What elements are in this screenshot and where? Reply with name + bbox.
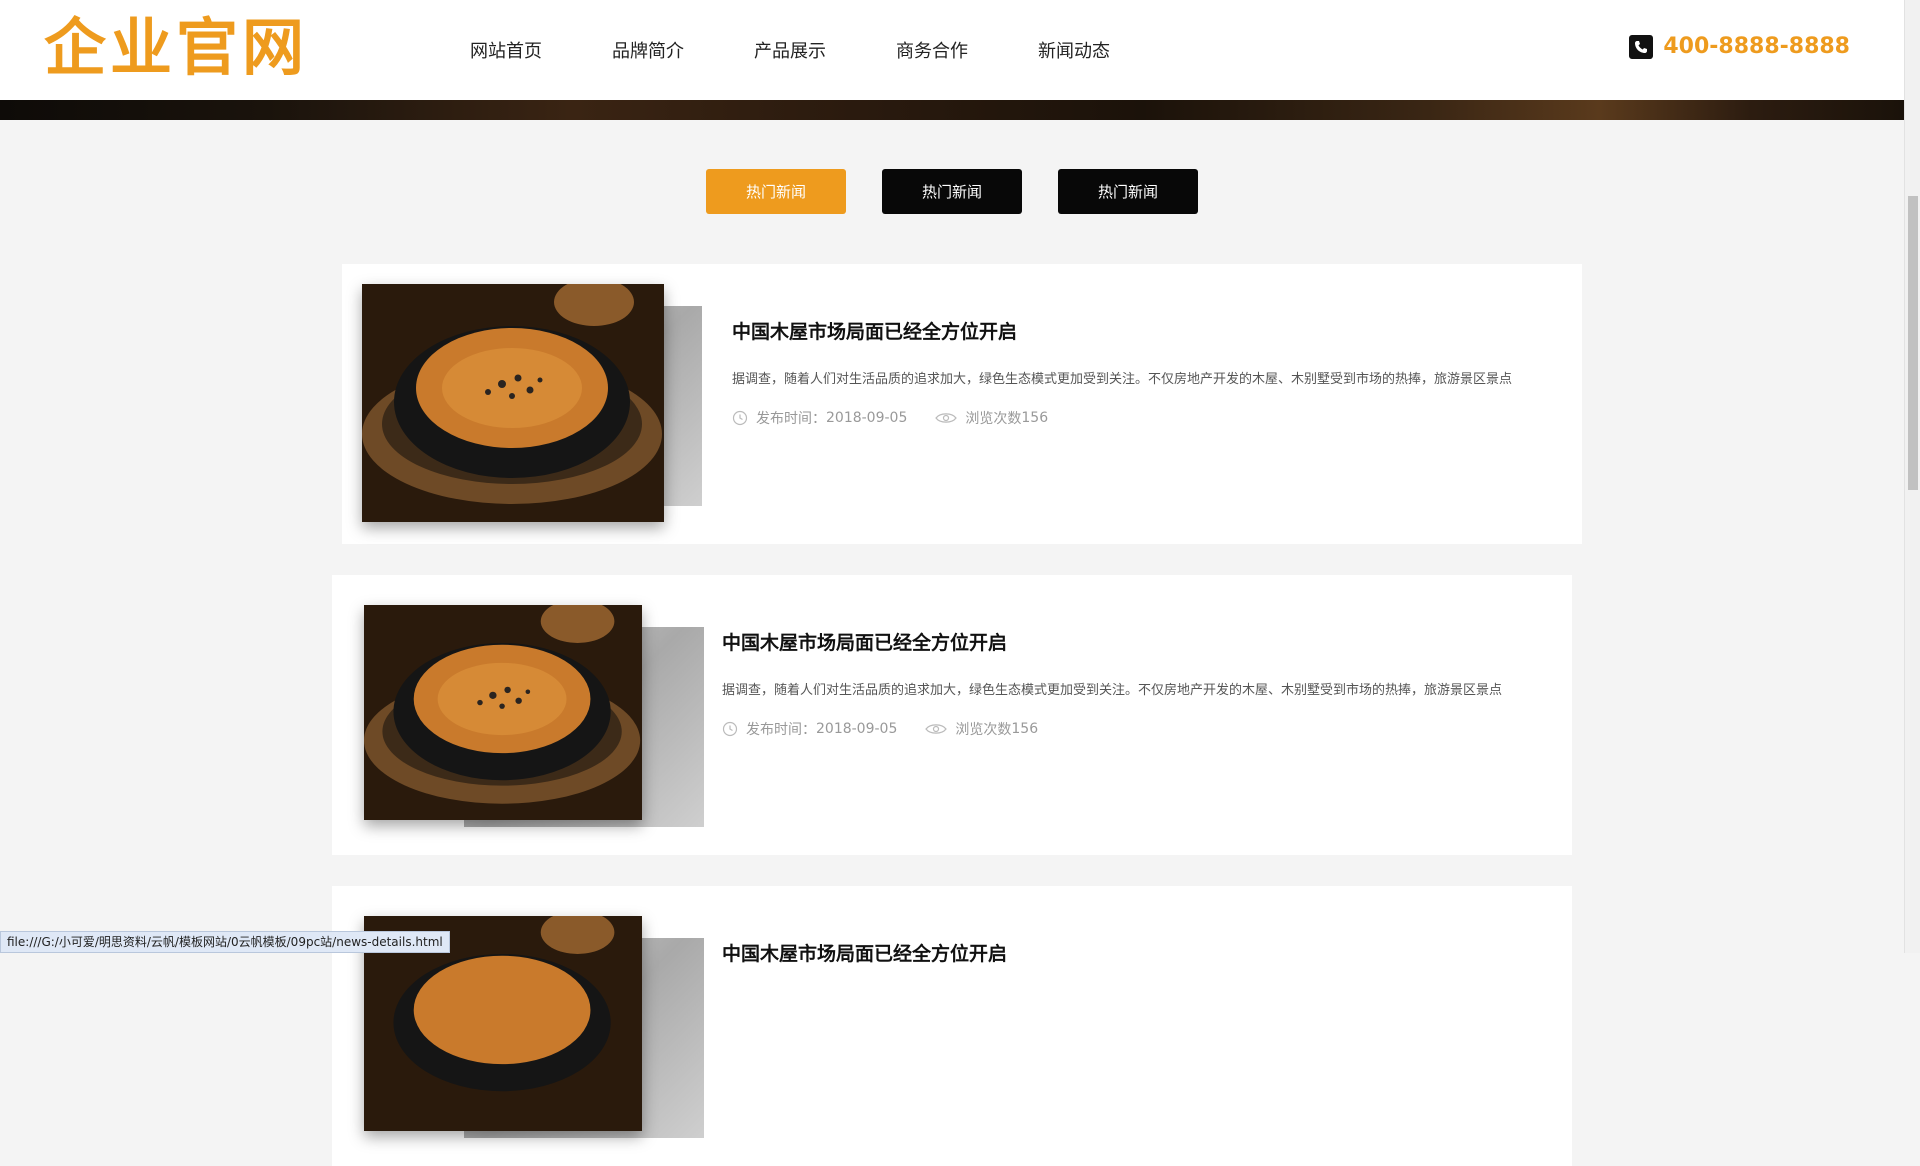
news-card[interactable]: 中国木屋市场局面已经全方位开启 据调查，随着人们对生活品质的追求加大，绿色生态模… <box>342 264 1582 544</box>
news-meta: 发布时间：2018-09-05 浏览次数156 <box>732 408 1532 428</box>
site-logo[interactable]: 企业官网 <box>44 12 308 84</box>
main-nav: 网站首页 品牌简介 产品展示 商务合作 新闻动态 <box>470 0 1180 100</box>
publish-date: 发布时间：2018-09-05 <box>732 408 907 428</box>
nav-item-brand[interactable]: 品牌简介 <box>612 37 684 63</box>
hero-banner-edge <box>0 100 1904 120</box>
view-count: 浏览次数156 <box>935 408 1048 428</box>
news-meta: 发布时间：2018-09-05 浏览次数156 <box>722 719 1522 739</box>
clock-icon <box>722 721 738 737</box>
nav-item-business[interactable]: 商务合作 <box>896 37 968 63</box>
nav-item-home[interactable]: 网站首页 <box>470 37 542 63</box>
view-count-value: 156 <box>1021 410 1048 426</box>
news-summary: 据调查，随着人们对生活品质的追求加大，绿色生态模式更加受到关注。不仅房地产开发的… <box>722 673 1522 709</box>
news-category-tabs: 热门新闻 热门新闻 热门新闻 <box>706 169 1234 214</box>
publish-date-label: 发布时间： <box>756 408 826 428</box>
publish-date-label: 发布时间： <box>746 719 816 739</box>
nav-item-products[interactable]: 产品展示 <box>754 37 826 63</box>
eye-icon <box>925 722 947 736</box>
publish-date: 发布时间：2018-09-05 <box>722 719 897 739</box>
clock-icon <box>732 410 748 426</box>
news-card[interactable]: 中国木屋市场局面已经全方位开启 <box>332 886 1572 1166</box>
news-title[interactable]: 中国木屋市场局面已经全方位开启 <box>722 629 1522 657</box>
eye-icon <box>935 411 957 425</box>
site-header: 企业官网 网站首页 品牌简介 产品展示 商务合作 新闻动态 400-8888-8… <box>0 0 1904 100</box>
news-thumbnail[interactable] <box>362 284 702 524</box>
view-count-value: 156 <box>1011 721 1038 737</box>
news-title[interactable]: 中国木屋市场局面已经全方位开启 <box>732 318 1532 346</box>
view-count: 浏览次数156 <box>925 719 1038 739</box>
phone-icon <box>1629 35 1653 59</box>
phone-number: 400-8888-8888 <box>1663 34 1850 59</box>
news-summary: 据调查，随着人们对生活品质的追求加大，绿色生态模式更加受到关注。不仅房地产开发的… <box>732 362 1532 398</box>
scrollbar-thumb[interactable] <box>1908 196 1918 490</box>
news-card[interactable]: 中国木屋市场局面已经全方位开启 据调查，随着人们对生活品质的追求加大，绿色生态模… <box>332 575 1572 855</box>
news-text: 中国木屋市场局面已经全方位开启 据调查，随着人们对生活品质的追求加大，绿色生态模… <box>732 318 1532 428</box>
news-text: 中国木屋市场局面已经全方位开启 据调查，随着人们对生活品质的追求加大，绿色生态模… <box>722 629 1522 739</box>
view-count-label: 浏览次数 <box>955 719 1011 739</box>
news-text: 中国木屋市场局面已经全方位开启 <box>722 940 1522 968</box>
contact-phone: 400-8888-8888 <box>1629 34 1850 59</box>
page-scrollbar[interactable] <box>1904 0 1920 953</box>
news-title[interactable]: 中国木屋市场局面已经全方位开启 <box>722 940 1522 968</box>
nav-item-news[interactable]: 新闻动态 <box>1038 37 1110 63</box>
tab-hot-news-2[interactable]: 热门新闻 <box>882 169 1022 214</box>
view-count-label: 浏览次数 <box>965 408 1021 428</box>
publish-date-value: 2018-09-05 <box>816 721 897 737</box>
news-thumbnail[interactable] <box>364 605 704 845</box>
tab-hot-news-1[interactable]: 热门新闻 <box>706 169 846 214</box>
tab-hot-news-3[interactable]: 热门新闻 <box>1058 169 1198 214</box>
publish-date-value: 2018-09-05 <box>826 410 907 426</box>
browser-status-bar: file:///G:/小可爱/明思资料/云帆/模板网站/0云帆模板/09pc站/… <box>0 931 450 953</box>
